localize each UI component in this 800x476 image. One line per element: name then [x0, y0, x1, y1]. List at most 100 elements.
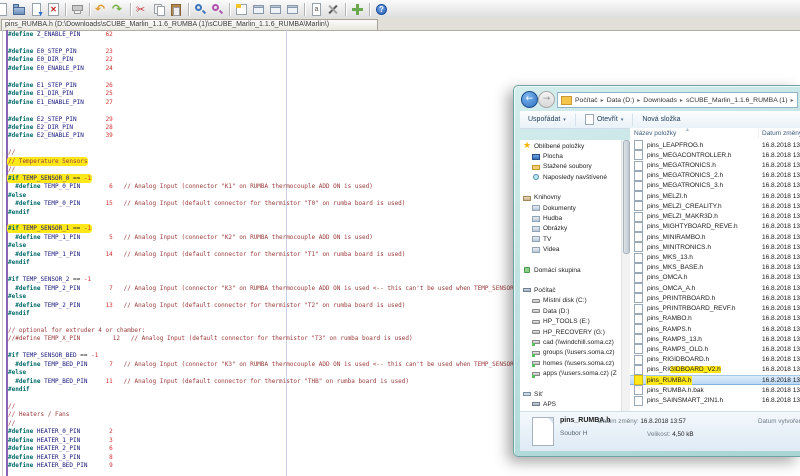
file-row[interactable]: pins_RIGIDBOARD_V2.h16.8.2018 13:57 [630, 365, 800, 375]
favorites-icon [523, 142, 531, 150]
breadcrumb-item[interactable]: Downloads [643, 97, 677, 104]
breadcrumb-item[interactable]: sCUBE_Marlin_1.1.6_RUMBA [797, 97, 798, 104]
newwin-icon[interactable] [235, 3, 248, 16]
sidebar-item[interactable]: TV [520, 234, 621, 244]
file-row[interactable]: pins_RAMBO.h16.8.2018 13:57 [630, 314, 800, 324]
wincascade-icon[interactable] [286, 3, 299, 16]
plugin-icon[interactable] [351, 3, 364, 16]
file-row[interactable]: pins_RAMPS_OLD.h16.8.2018 13:57 [630, 344, 800, 354]
sidebar-item[interactable]: apps (\\users.soma.cz) (Z [520, 368, 621, 378]
editor-left-edge [2, 30, 3, 476]
sidebar-item[interactable]: Počítač [520, 285, 621, 295]
file-date: 16.8.2018 13:57 [762, 162, 800, 169]
sidebar-item[interactable]: APS [520, 399, 621, 409]
sidebar-item[interactable]: cad (\\windchill.soma.cz) [520, 337, 621, 347]
breadcrumb-item[interactable]: sCUBE_Marlin_1.1.6_RUMBA (1) [686, 97, 788, 104]
wintile-icon[interactable] [269, 3, 282, 16]
file-row[interactable]: pins_RIGIDBOARD.h16.8.2018 13:57 [630, 355, 800, 365]
sidebar-item[interactable]: Domácí skupina [520, 265, 621, 275]
sidebar-item[interactable]: Knihovny [520, 193, 621, 203]
file-row[interactable]: pins_LEAPFROG.h16.8.2018 13:57 [630, 140, 800, 150]
close-icon[interactable] [47, 3, 60, 16]
sidebar-item[interactable]: HP_RECOVERY (G:) [520, 327, 621, 337]
desktop: pins_RUMBA.h (D:\Downloads\sCUBE_Marlin_… [0, 0, 800, 476]
open-icon[interactable] [13, 3, 26, 16]
new-icon[interactable] [0, 3, 9, 16]
sidebar-item[interactable]: HP_TOOLS (E:) [520, 316, 621, 326]
file-icon [634, 334, 643, 344]
file-row[interactable]: pins_MINITRONICS.h16.8.2018 13:57 [630, 242, 800, 252]
file-row[interactable]: pins_MIGHTYBOARD_REVE.h16.8.2018 13:57 [630, 222, 800, 232]
winmax-icon[interactable] [252, 3, 265, 16]
sidebar-item[interactable]: Hudba [520, 213, 621, 223]
sidebar-item-label: HP_RECOVERY (G:) [543, 329, 605, 336]
file-row[interactable]: pins_MELZI_CREALITY.h16.8.2018 13:57 [630, 201, 800, 211]
file-row[interactable]: pins_RAMPS.h16.8.2018 13:57 [630, 324, 800, 334]
sidebar-item[interactable]: Místní disk (C:) [520, 296, 621, 306]
print-icon[interactable] [71, 3, 84, 16]
sidebar-item[interactable]: Oblíbené položky [520, 141, 621, 151]
file-row[interactable]: pins_PRINTRBOARD_REVF.h16.8.2018 13:57 [630, 304, 800, 314]
sidebar-item[interactable]: groups (\\users.soma.cz) [520, 348, 621, 358]
sidebar-item[interactable]: Dokumenty [520, 203, 621, 213]
help-icon[interactable] [375, 3, 388, 16]
paste-icon[interactable] [170, 3, 183, 16]
file-row[interactable]: pins_SAINSMART_2IN1.h16.8.2018 13:57 [630, 395, 800, 405]
find-icon[interactable] [194, 3, 207, 16]
breadcrumb[interactable]: Počítač▸Data (D:)▸Downloads▸sCUBE_Marlin… [557, 92, 798, 108]
file-row[interactable]: pins_RAMPS_13.h16.8.2018 13:57 [630, 334, 800, 344]
preview-icon[interactable] [310, 3, 323, 16]
file-row[interactable]: pins_RUMBA.h.bak16.8.2018 13:57 [630, 385, 800, 395]
file-row[interactable]: pins_MEGATRONICS.h16.8.2018 13:57 [630, 160, 800, 170]
editor-tab[interactable]: pins_RUMBA.h (D:\Downloads\sCUBE_Marlin_… [1, 19, 378, 30]
file-row[interactable]: pins_RUMBA.h16.8.2018 13:57 [630, 375, 800, 385]
file-row[interactable]: pins_MEGATRONICS_3.h16.8.2018 13:57 [630, 181, 800, 191]
file-row[interactable]: pins_MINIRAMBO.h16.8.2018 13:57 [630, 232, 800, 242]
file-row[interactable]: pins_OMCA_A.h16.8.2018 13:57 [630, 283, 800, 293]
file-row[interactable]: pins_OMCA.h16.8.2018 13:57 [630, 273, 800, 283]
sidebar-item[interactable]: Videa [520, 245, 621, 255]
column-header-date[interactable]: Datum změny [762, 130, 800, 137]
sidebar-item[interactable]: Naposledy navštívené [520, 172, 621, 182]
new-folder-button[interactable]: Nová složka [642, 116, 680, 123]
copy-icon[interactable] [153, 3, 166, 16]
sidebar-item[interactable]: Data (D:) [520, 306, 621, 316]
forward-button[interactable]: → [538, 91, 555, 108]
breadcrumb-item[interactable]: Data (D:) [607, 97, 635, 104]
breadcrumb-separator-icon[interactable]: ▸ [791, 97, 794, 104]
sidebar-item[interactable]: Síť [520, 389, 621, 399]
save-icon[interactable] [30, 3, 43, 16]
sidebar-item[interactable]: Plocha [520, 151, 621, 161]
open-button[interactable]: Otevřít ▾ [585, 114, 624, 125]
code-line: #define HEATER_BED_PIN 9 [8, 462, 800, 470]
sidebar-item[interactable]: Obrázky [520, 224, 621, 234]
file-row[interactable]: pins_MEGACONTROLLER.h16.8.2018 13:57 [630, 150, 800, 160]
file-row[interactable]: pins_MELZI_MAKR3D.h16.8.2018 13:57 [630, 212, 800, 222]
file-row[interactable]: pins_PRINTRBOARD.h16.8.2018 13:57 [630, 293, 800, 303]
sidebar-gap [520, 183, 621, 193]
breadcrumb-separator-icon[interactable]: ▸ [601, 97, 604, 104]
file-row[interactable]: pins_MELZI.h16.8.2018 13:57 [630, 191, 800, 201]
file-row[interactable]: pins_MKS_BASE.h16.8.2018 13:57 [630, 263, 800, 273]
organize-button[interactable]: Uspořádat ▾ [528, 116, 566, 123]
file-icon [634, 201, 643, 211]
column-separator[interactable] [758, 129, 759, 139]
sidebar-item[interactable]: homes (\\users.soma.cz) [520, 358, 621, 368]
column-header-name[interactable]: Název položky [634, 130, 676, 137]
tools-icon[interactable] [327, 3, 340, 16]
redo-icon[interactable] [112, 3, 125, 16]
sidebar-item-label: Videa [543, 246, 560, 253]
breadcrumb-item[interactable]: Počítač [575, 97, 598, 104]
breadcrumb-separator-icon[interactable]: ▸ [637, 97, 640, 104]
sidebar-item[interactable]: Stažené soubory [520, 162, 621, 172]
cut-icon[interactable] [136, 3, 149, 16]
breadcrumb-separator-icon[interactable]: ▸ [680, 97, 683, 104]
file-row[interactable]: pins_MEGATRONICS_2.h16.8.2018 13:57 [630, 171, 800, 181]
file-row[interactable]: pins_MKS_13.h16.8.2018 13:57 [630, 252, 800, 262]
back-button[interactable]: ← [521, 91, 538, 108]
scrollbar-thumb[interactable] [623, 140, 630, 254]
detail-created: Datum vytvoření: 9.11.2017 18:21 [758, 418, 800, 425]
file-name: pins_MEGATRONICS_3.h [647, 182, 723, 189]
replace-icon[interactable] [211, 3, 224, 16]
undo-icon[interactable] [95, 3, 108, 16]
